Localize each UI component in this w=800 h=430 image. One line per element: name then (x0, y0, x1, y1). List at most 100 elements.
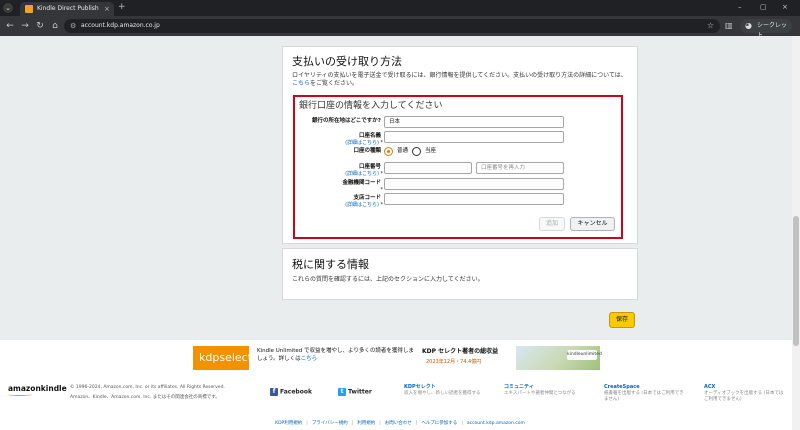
reload-icon[interactable]: ↻ (34, 20, 46, 32)
twitter-link[interactable]: t Twitter (338, 388, 372, 397)
payment-details-link[interactable]: こちら (292, 80, 310, 87)
tax-title: 税に関する情報 (292, 258, 369, 271)
bank-section-title: 銀行口座の情報を入力してください (299, 101, 443, 111)
account-number-field[interactable] (384, 162, 472, 174)
payment-description-text: ロイヤリティの支払いを電子送金で受け取るには、銀行情報を提供してください。支払い… (292, 72, 627, 79)
banner-description: Kindle Unlimited で収益を増やし、より多くの読者を獲得しましょう… (257, 348, 414, 362)
footer-link-privacy[interactable]: プライバシー規約 (312, 421, 348, 426)
link-separator: | (379, 421, 381, 426)
tax-info-card: 税に関する情報 これらの質問を確認するには、上記のセクションに入力してください。 (282, 248, 638, 300)
footer-link-conditions[interactable]: 利用規約 (357, 421, 375, 426)
close-window-icon[interactable]: × (782, 2, 788, 13)
account-number-confirm-field[interactable]: 口座番号を再入力 (476, 162, 564, 174)
copyright-line-1: © 1996-2024, Amazon.com, Inc. or its aff… (70, 385, 225, 390)
footer-col-title[interactable]: CreateSpace (604, 384, 684, 391)
account-type-ordinary-radio[interactable] (384, 147, 393, 156)
payment-method-card: 支払いの受け取り方法 ロイヤリティの支払いを電子送金で受け取るには、銀行情報を提… (282, 46, 638, 244)
footer-col-desc: エキスパートや著者仲間とつながる (504, 391, 576, 396)
copyright-line-2: Amazon、Kindle、Amazon.com, Inc. またはその関連会社… (70, 395, 220, 400)
footer-col-title[interactable]: ACX (704, 384, 784, 391)
incognito-icon: ◕ (745, 21, 752, 30)
footer-col-title[interactable]: コミュニティ (504, 384, 584, 391)
amazon-smile-icon (8, 393, 32, 396)
tab-search-icon[interactable]: ⌄ (3, 3, 13, 13)
footer-link-terms[interactable]: KDP利用規約 (275, 421, 302, 426)
side-panel-icon[interactable]: ▥ (725, 20, 733, 32)
footer-col-community[interactable]: コミュニティ エキスパートや著者仲間とつながる (504, 384, 584, 397)
home-icon[interactable]: ⌂ (49, 20, 61, 32)
kindle-unlimited-banner-image[interactable]: kindleunlimited (516, 346, 602, 370)
new-tab-icon[interactable]: + (118, 2, 126, 13)
payment-description: ロイヤリティの支払いを電子送金で受け取るには、銀行情報を提供してください。支払い… (292, 72, 632, 88)
earnings-title: KDP セレクト著者の総収益 (422, 348, 499, 355)
account-type-label: 口座の種類 (353, 148, 381, 154)
bank-country-label: 銀行の所在地はどこですか? (311, 118, 381, 124)
footer-col-desc: オーディオブックを出版する (日本ではご利用できません) (704, 391, 784, 402)
scrollbar-thumb[interactable] (793, 216, 799, 346)
footer-col-desc: 収入を増やし、新しい読者を獲得する (404, 391, 481, 396)
required-mark: * (380, 187, 384, 193)
browser-toolbar: ← → ↻ ⌂ ⚙ account.kdp.amazon.co.jp ☆ ▥ ◕… (0, 16, 800, 39)
footer-link-account[interactable]: account.kdp.amazon.com (467, 421, 525, 426)
facebook-link[interactable]: f Facebook (270, 388, 312, 397)
banner-link[interactable]: こちら (301, 356, 318, 362)
page-scrollbar[interactable] (792, 36, 800, 430)
forward-icon[interactable]: → (19, 20, 31, 32)
footer-link-contact[interactable]: お問い合わせ (385, 421, 412, 426)
link-separator: | (415, 421, 418, 426)
kdp-select-banner-logo[interactable]: kdpselect (193, 346, 253, 370)
footer-link-help[interactable]: ヘルプに参加する (421, 421, 457, 426)
kdp-select-earnings-banner[interactable]: KDP セレクト著者の総収益 2023年12月・74.4億円 (420, 346, 516, 370)
bank-code-label: 金融機関コード (342, 180, 381, 186)
facebook-label[interactable]: Facebook (280, 389, 312, 396)
browser-tab-bar: ⌄ Kindle Direct Publishing - 受取... × + –… (0, 0, 800, 16)
footer-col-desc: 紙書籍を出版する (日本ではご利用できません) (604, 391, 684, 402)
link-separator: | (351, 421, 354, 426)
twitter-label[interactable]: Twitter (348, 389, 372, 396)
add-button[interactable]: 追加 (539, 217, 565, 231)
incognito-badge[interactable]: ◕ シークレット (740, 19, 792, 39)
link-separator: | (461, 421, 463, 426)
footer-col-createspace[interactable]: CreateSpace 紙書籍を出版する (日本ではご利用できません) (604, 384, 684, 402)
branch-code-label: 支店コード (353, 195, 381, 201)
bank-country-field[interactable]: 日本 (384, 116, 564, 128)
payment-title: 支払いの受け取り方法 (292, 55, 402, 68)
payment-description-tail: をご覧ください。 (310, 80, 359, 87)
maximize-icon[interactable]: ▢ (760, 2, 767, 13)
account-type-ordinary-label[interactable]: 普通 (397, 147, 408, 156)
bookmark-star-icon[interactable]: ☆ (707, 20, 714, 32)
required-mark: * (380, 140, 384, 146)
footer-bottom-links: KDP利用規約 | プライバシー規約 | 利用規約 | お問い合わせ | ヘルプに参加する | ac… (0, 420, 800, 427)
bank-account-section: 銀行口座の情報を入力してください 銀行の所在地はどこですか? 日本 口座名義 (… (293, 95, 623, 239)
cancel-button[interactable]: キャンセル (570, 217, 615, 231)
account-type-current-radio[interactable] (412, 147, 421, 156)
footer-col-title[interactable]: KDPセレクト (404, 384, 484, 391)
site-info-icon[interactable]: ⚙ (70, 21, 76, 31)
link-separator: | (306, 421, 308, 426)
facebook-icon: f (270, 388, 278, 396)
required-mark: * (380, 202, 384, 208)
footer-col-kdp-select[interactable]: KDPセレクト 収入を増やし、新しい読者を獲得する (404, 384, 484, 397)
required-mark: * (380, 171, 384, 177)
account-name-field[interactable] (384, 131, 564, 143)
bank-code-field[interactable] (384, 178, 564, 190)
kdp-select-logo-text: kdpselect (199, 351, 253, 364)
kdp-favicon-icon (25, 5, 33, 13)
footer: kdpselect Kindle Unlimited で収益を増やし、より多くの… (0, 340, 800, 430)
tax-description: これらの質問を確認するには、上記のセクションに入力してください。 (292, 276, 484, 283)
account-type-current-label[interactable]: 当座 (425, 147, 436, 156)
tab-title: Kindle Direct Publishing - 受取... (37, 5, 99, 12)
branch-code-field[interactable] (384, 193, 564, 205)
address-url[interactable]: account.kdp.amazon.co.jp (81, 21, 160, 31)
browser-tab[interactable]: Kindle Direct Publishing - 受取... × (20, 2, 114, 16)
minimize-icon[interactable]: – (738, 2, 742, 13)
footer-col-acx[interactable]: ACX オーディオブックを出版する (日本ではご利用できません) (704, 384, 784, 402)
page-content: 支払いの受け取り方法 ロイヤリティの支払いを電子送金で受け取るには、銀行情報を提… (0, 36, 800, 430)
kindle-unlimited-badge: kindleunlimited (567, 350, 602, 360)
earnings-amount: 2023年12月・74.4億円 (426, 359, 482, 365)
save-button[interactable]: 保存 (609, 312, 635, 328)
address-bar[interactable]: ⚙ account.kdp.amazon.co.jp ☆ (64, 19, 720, 33)
tab-close-icon[interactable]: × (104, 4, 110, 14)
account-name-label: 口座名義 (358, 133, 381, 139)
back-icon[interactable]: ← (4, 20, 16, 32)
